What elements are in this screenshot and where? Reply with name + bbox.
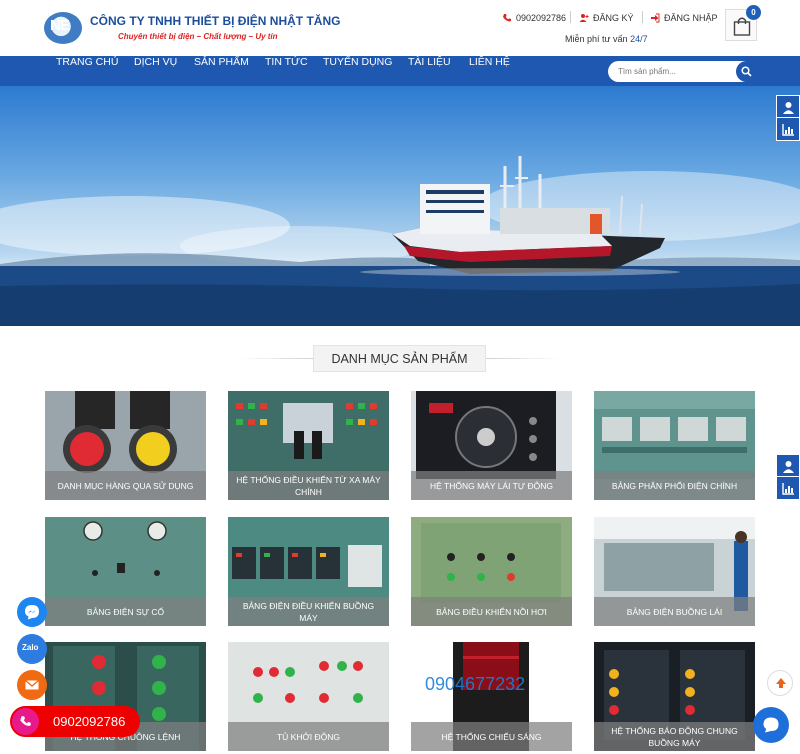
category-card[interactable]: HỆ THỐNG CHIẾU SÁNG [411, 642, 572, 751]
watermark-phone: 0904677232 [425, 674, 526, 694]
category-card[interactable]: HỆ THỐNG ĐIỀU KHIỂN TỪ XA MÁY CHÍNH [228, 391, 389, 500]
floating-phone-number[interactable]: 0902092786 [53, 714, 125, 729]
user-icon [783, 461, 794, 473]
category-card-label: BẢNG PHÂN PHỐI ĐIỆN CHÍNH [594, 471, 755, 500]
user-icon [783, 102, 794, 114]
category-card-label: BẢNG ĐIỆN BUỒNG LÁI [594, 597, 755, 626]
phone-icon [503, 14, 511, 22]
consult-text: Miễn phí tư vấn 24/7 [565, 34, 648, 44]
category-card[interactable]: BẢNG ĐIỆN SỰ CỐ [45, 517, 206, 626]
zalo-icon: Zalo [22, 643, 39, 652]
search-icon [741, 66, 752, 77]
phone-icon [20, 716, 31, 726]
nav-item-recruitment[interactable]: TUYỂN DỤNG [323, 56, 392, 86]
category-card[interactable]: HỆ THỐNG BÁO ĐỘNG CHUNG BUỒNG MÁY [594, 642, 755, 751]
category-card-label: BẢNG ĐIỆN SỰ CỐ [45, 597, 206, 626]
category-card-label: BẢNG ĐIỆN ĐIỀU KHIỂN BUỒNG MÁY [228, 597, 389, 626]
live-chat-button[interactable] [753, 707, 789, 743]
category-card-label: HỆ THỐNG MÁY LÁI TỰ ĐỘNG [411, 471, 572, 500]
side-chart-tab[interactable] [776, 476, 800, 500]
side-chart-tab[interactable] [776, 117, 800, 141]
nav-item-contact[interactable]: LIÊN HỆ [469, 56, 510, 86]
hero-banner[interactable] [0, 86, 800, 326]
category-card-label: HỆ THỐNG BÁO ĐỘNG CHUNG BUỒNG MÁY [594, 722, 755, 751]
sign-in-icon [651, 13, 660, 23]
chart-icon [782, 124, 794, 136]
cart-count-badge: 0 [746, 5, 761, 20]
search-button[interactable] [736, 61, 757, 82]
logo-mark: NE [50, 17, 70, 34]
register-label: ĐĂNG KÝ [593, 13, 634, 23]
messenger-button[interactable] [17, 597, 47, 627]
zalo-button[interactable]: Zalo [17, 634, 47, 664]
page: NE CÔNG TY TNHH THIẾT BỊ ĐIỆN NHẬT TĂNG … [0, 0, 800, 754]
nav-item-documents[interactable]: TÀI LIỆU [408, 56, 451, 86]
category-card[interactable]: BẢNG PHÂN PHỐI ĐIỆN CHÍNH [594, 391, 755, 500]
category-card-label: BẢNG ĐIỀU KHIỂN NỒI HƠI [411, 597, 572, 626]
search-input[interactable] [618, 64, 736, 79]
category-card[interactable]: TỦ KHỞI ĐỘNG [228, 642, 389, 751]
phone-call-button[interactable] [12, 708, 39, 735]
chat-icon [763, 717, 779, 733]
category-card[interactable]: BẢNG ĐIỆN ĐIỀU KHIỂN BUỒNG MÁY [228, 517, 389, 626]
user-plus-icon [579, 14, 589, 22]
header-divider [642, 11, 643, 23]
header-phone-number: 0902092786 [516, 13, 567, 23]
nav-item-services[interactable]: DỊCH VỤ [134, 56, 177, 86]
email-button[interactable] [17, 670, 47, 700]
scroll-top-button[interactable] [767, 670, 793, 696]
company-name[interactable]: CÔNG TY TNHH THIẾT BỊ ĐIỆN NHẬT TĂNG [90, 14, 340, 28]
nav-item-products[interactable]: SẢN PHẨM [194, 56, 249, 86]
nav-item-news[interactable]: TIN TỨC [265, 56, 308, 86]
register-link[interactable]: ĐĂNG KÝ [579, 11, 634, 25]
category-card[interactable]: BẢNG ĐIỀU KHIỂN NỒI HƠI [411, 517, 572, 626]
ship-illustration [0, 156, 800, 326]
shopping-bag-icon [733, 17, 751, 36]
login-label: ĐĂNG NHẬP [664, 13, 718, 23]
category-card[interactable]: BẢNG ĐIỆN BUỒNG LÁI [594, 517, 755, 626]
company-slogan: Chuyên thiết bị điện – Chất lượng – Uy t… [118, 32, 278, 41]
messenger-icon [25, 605, 39, 620]
side-user-tab[interactable] [776, 454, 800, 478]
consult-hours: 24/7 [630, 34, 648, 44]
category-card[interactable]: DANH MỤC HÀNG QUA SỬ DỤNG [45, 391, 206, 500]
top-header: NE CÔNG TY TNHH THIẾT BỊ ĐIỆN NHẬT TĂNG … [0, 0, 800, 56]
header-phone-link[interactable]: 0902092786 [502, 11, 566, 25]
category-card-label: TỦ KHỞI ĐỘNG [228, 722, 389, 751]
chart-icon [782, 483, 794, 495]
category-card-label: HỆ THỐNG ĐIỀU KHIỂN TỪ XA MÁY CHÍNH [228, 471, 389, 500]
nav-item-home[interactable]: TRANG CHỦ [56, 56, 118, 86]
header-divider [570, 11, 571, 23]
consult-label: Miễn phí tư vấn [565, 34, 628, 44]
email-icon [25, 680, 39, 690]
category-card-label: HỆ THỐNG CHIẾU SÁNG [411, 722, 572, 751]
login-link[interactable]: ĐĂNG NHẬP [650, 11, 718, 25]
section-title: DANH MỤC SẢN PHẨM [313, 345, 486, 372]
scroll-top-icon [776, 678, 786, 688]
category-card-label: DANH MỤC HÀNG QUA SỬ DỤNG [45, 471, 206, 500]
category-card[interactable]: HỆ THỐNG MÁY LÁI TỰ ĐỘNG [411, 391, 572, 500]
search-box [608, 61, 755, 82]
side-user-tab[interactable] [776, 95, 800, 119]
